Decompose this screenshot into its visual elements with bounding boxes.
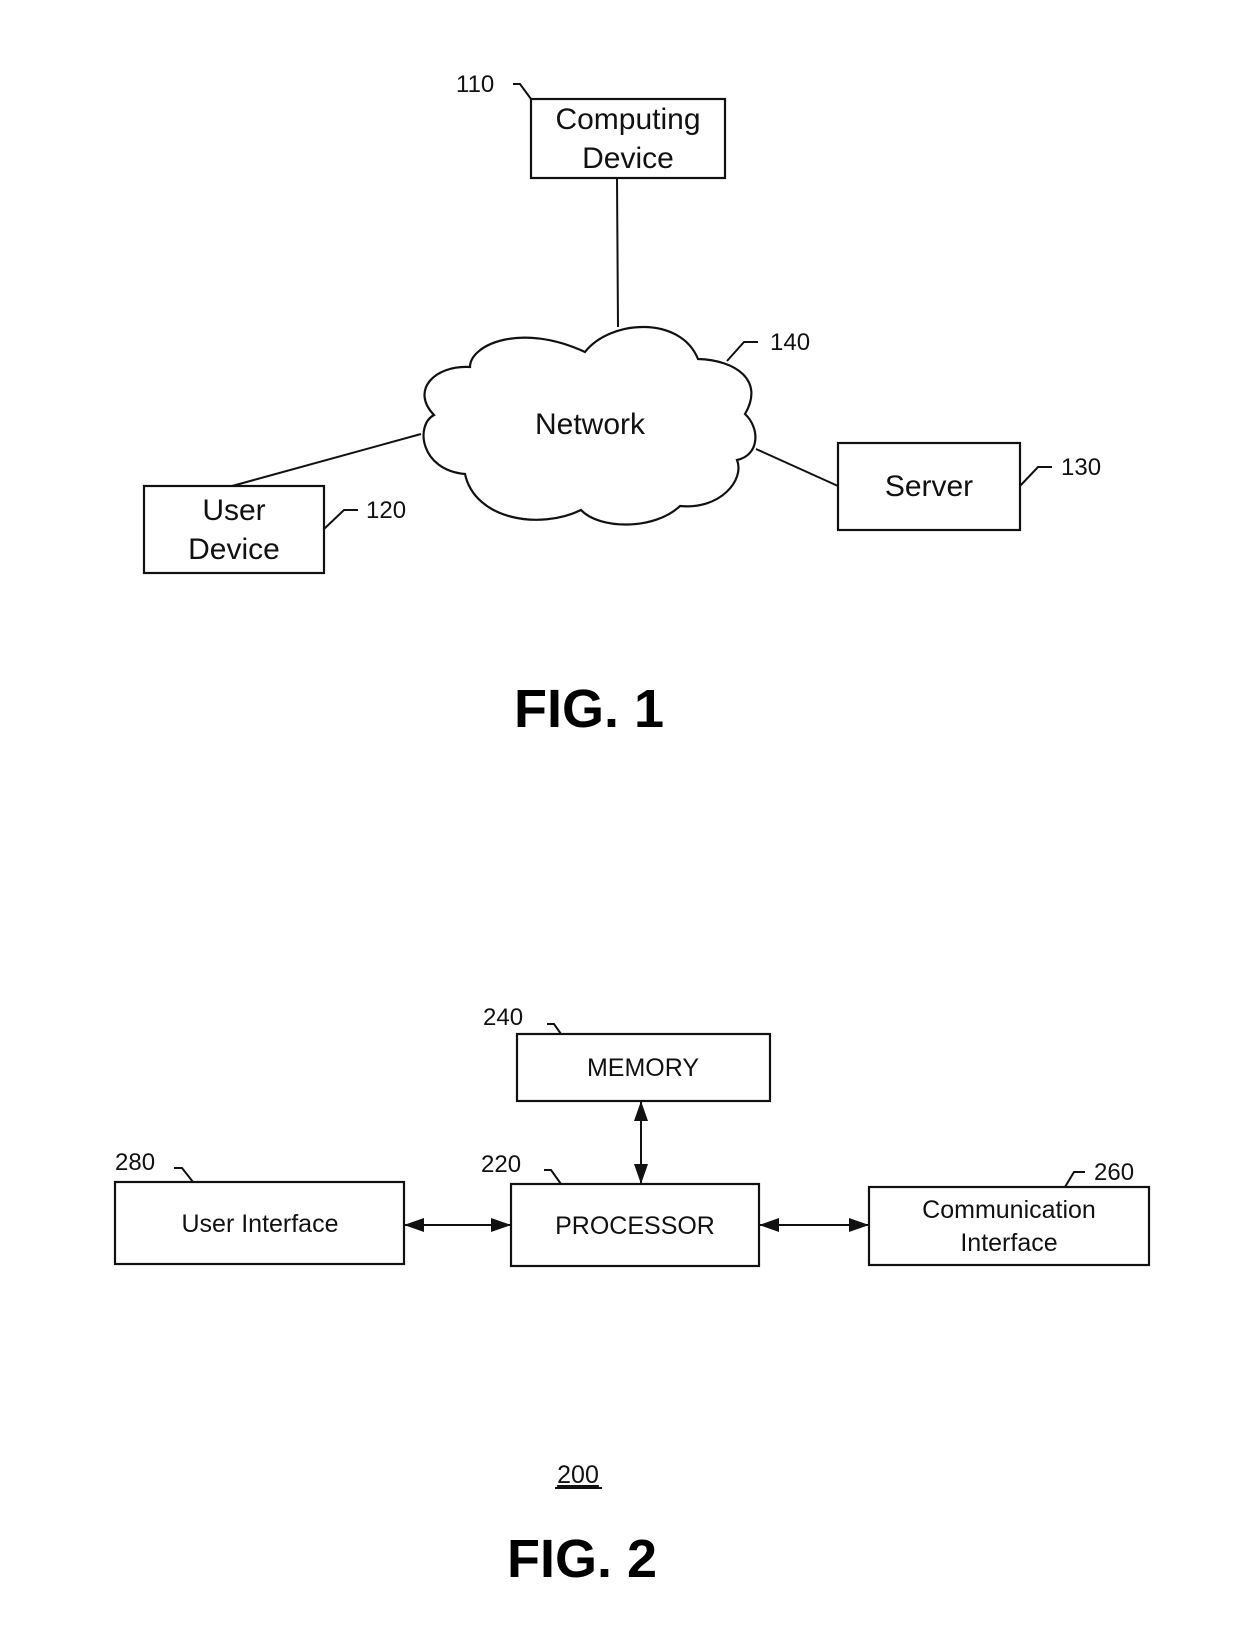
- communication-interface-ref-number: 260: [1094, 1159, 1134, 1186]
- network-label: Network: [535, 408, 646, 441]
- link-server-network: [755, 448, 839, 487]
- server-ref-leader: [1019, 466, 1052, 487]
- user-device-label-line2: Device: [188, 533, 280, 566]
- server-label: Server: [885, 470, 973, 503]
- link-computing-device-network: [616, 177, 619, 328]
- communication-interface-label-line2: Interface: [960, 1229, 1057, 1257]
- computing-device-ref-number: 110: [456, 71, 494, 98]
- link-user-device-network: [231, 433, 422, 487]
- user-interface-label: User Interface: [181, 1210, 338, 1238]
- fig2-caption: FIG. 2: [507, 1529, 657, 1589]
- fig2-diagram: MEMORY 240 PROCESSOR 220 User Interface …: [113, 1004, 1151, 1589]
- communication-interface-label-line1: Communication: [922, 1196, 1096, 1224]
- user-interface-ref-number: 280: [115, 1149, 155, 1176]
- processor-ref-number: 220: [481, 1151, 521, 1178]
- network-ref-number: 140: [770, 329, 810, 356]
- processor-ref-leader: [544, 1169, 562, 1185]
- computing-device-label-line2: Device: [582, 142, 674, 175]
- server-ref-number: 130: [1061, 454, 1101, 481]
- patent-drawing-sheet: Network 140 Computing Device 110 User De…: [113, 71, 1151, 1589]
- fig1-caption: FIG. 1: [514, 679, 664, 739]
- communication-interface-ref-leader: [1064, 1171, 1085, 1188]
- user-device-ref-number: 120: [366, 497, 406, 524]
- network-ref-leader: [726, 341, 758, 362]
- fig1-diagram: Network 140 Computing Device 110 User De…: [142, 71, 1101, 739]
- user-device-ref-leader: [323, 509, 358, 530]
- computing-device-ref-leader: [513, 83, 532, 100]
- processor-label: PROCESSOR: [555, 1212, 715, 1240]
- user-interface-ref-leader: [174, 1167, 194, 1183]
- memory-label: MEMORY: [587, 1054, 699, 1082]
- user-device-label-line1: User: [202, 494, 265, 527]
- system-ref-number: 200: [557, 1461, 599, 1489]
- computing-device-label-line1: Computing: [555, 103, 700, 136]
- memory-ref-number: 240: [483, 1004, 523, 1031]
- memory-ref-leader: [547, 1023, 562, 1035]
